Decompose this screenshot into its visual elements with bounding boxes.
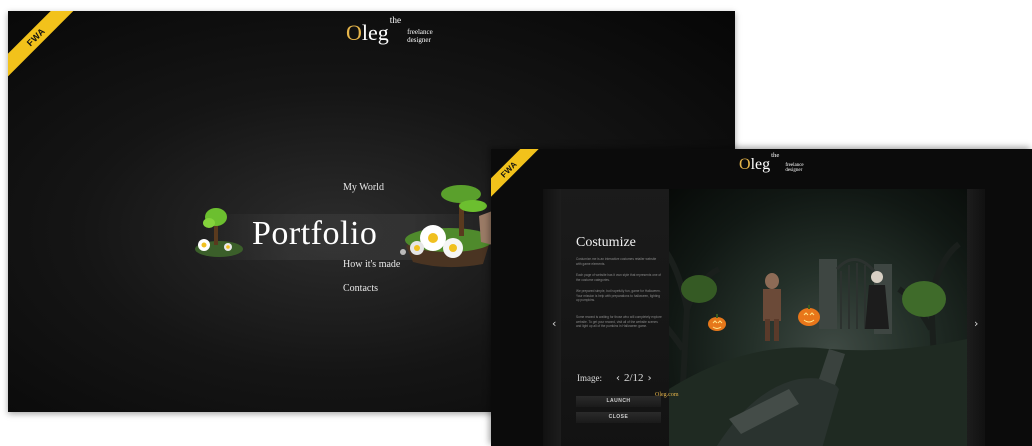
project-description-3: We prepared simple, but hopefully fun, g… bbox=[576, 289, 661, 303]
project-description-2: Each page of website has it own style th… bbox=[576, 273, 662, 282]
project-description-4: Some reward is waiting for those who wil… bbox=[576, 315, 662, 329]
next-project-arrow-icon[interactable]: › bbox=[974, 317, 978, 330]
site-logo[interactable]: Olegthe freelance designer bbox=[739, 151, 804, 173]
tree-island-illustration bbox=[195, 208, 243, 257]
site-logo[interactable]: Olegthe freelance designer bbox=[346, 15, 433, 45]
image-prev-icon[interactable]: ‹ bbox=[616, 373, 620, 384]
halloween-scene-illustration bbox=[669, 241, 967, 446]
image-pager: Image: ‹ 2/12 › bbox=[577, 372, 656, 384]
prev-project-arrow-icon[interactable]: ‹ bbox=[552, 317, 556, 330]
project-title: Costumize bbox=[576, 235, 636, 250]
image-next-icon[interactable]: › bbox=[648, 373, 652, 384]
project-screen: FWA Olegthe freelance designer ‹ Costumiz… bbox=[491, 149, 1032, 446]
image-label: Image: bbox=[577, 373, 602, 383]
launch-button[interactable]: LAUNCH bbox=[576, 396, 661, 407]
logo-name: Olegthe bbox=[346, 15, 402, 45]
menu-item-how-made[interactable]: How it's made bbox=[343, 259, 400, 270]
logo-tagline: freelance designer bbox=[785, 162, 804, 173]
fwa-ribbon[interactable]: FWA bbox=[8, 11, 78, 79]
image-counter: ‹ 2/12 › bbox=[612, 372, 656, 384]
fwa-ribbon[interactable]: FWA bbox=[491, 149, 545, 205]
menu-item-my-world[interactable]: My World bbox=[343, 182, 384, 193]
logo-tagline: freelance designer bbox=[407, 28, 433, 44]
flower-island-illustration bbox=[400, 185, 497, 268]
menu-item-contacts[interactable]: Contacts bbox=[343, 283, 378, 294]
project-description-1: Costumize.me is an interactive costumes … bbox=[576, 257, 657, 266]
logo-name: Olegthe bbox=[739, 151, 780, 173]
image-counter-value: 2/12 bbox=[624, 372, 644, 384]
project-url-label[interactable]: Oleg.com bbox=[655, 392, 679, 398]
project-screenshot[interactable] bbox=[669, 189, 967, 446]
menu-item-portfolio[interactable]: Portfolio bbox=[252, 215, 377, 253]
close-button[interactable]: CLOSE bbox=[576, 412, 661, 423]
